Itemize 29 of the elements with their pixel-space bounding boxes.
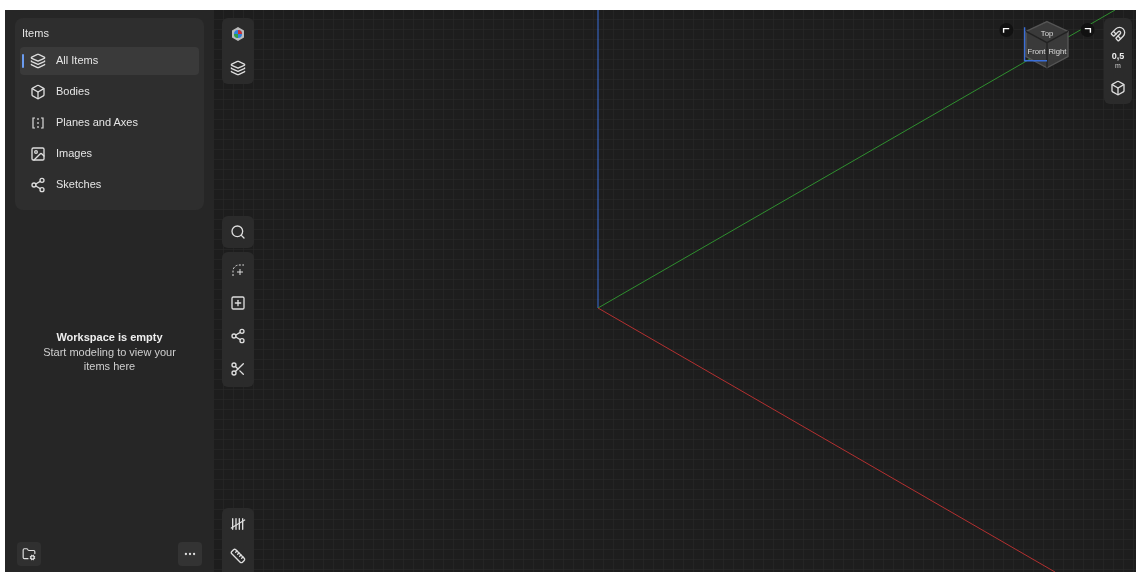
scissors-icon xyxy=(230,361,246,377)
nodes-icon xyxy=(230,328,246,344)
image-icon xyxy=(30,145,46,162)
ruler-icon xyxy=(230,548,246,564)
item-row[interactable]: Sketches xyxy=(20,170,199,199)
panel-title: Items xyxy=(21,26,50,41)
cube-icon xyxy=(1110,80,1126,96)
square-plus-icon xyxy=(230,295,246,311)
selection-indicator xyxy=(22,53,24,68)
cube-icon xyxy=(230,26,246,42)
plane-icon xyxy=(30,114,46,131)
empty-message: Start modeling to view your items here xyxy=(42,345,177,373)
item-row[interactable]: Planes and Axes xyxy=(20,108,199,137)
folder-settings-button[interactable] xyxy=(17,542,41,566)
nodes-icon xyxy=(30,176,46,193)
layers-icon xyxy=(30,52,46,69)
folder-gear-icon xyxy=(22,547,36,561)
search-icon xyxy=(230,224,246,240)
arc-icon xyxy=(230,262,246,278)
view-cube[interactable]: Top Front Right xyxy=(998,16,1096,86)
empty-title: Workspace is empty xyxy=(56,329,163,345)
layers-icon xyxy=(230,60,246,76)
cube-icon xyxy=(30,83,46,100)
stripes-icon xyxy=(230,516,246,532)
item-row[interactable]: All Items xyxy=(20,46,199,75)
item-row[interactable]: Images xyxy=(20,139,199,168)
magnet-icon xyxy=(1110,26,1126,42)
item-row[interactable]: Bodies xyxy=(20,77,199,106)
more-button[interactable] xyxy=(178,542,202,566)
